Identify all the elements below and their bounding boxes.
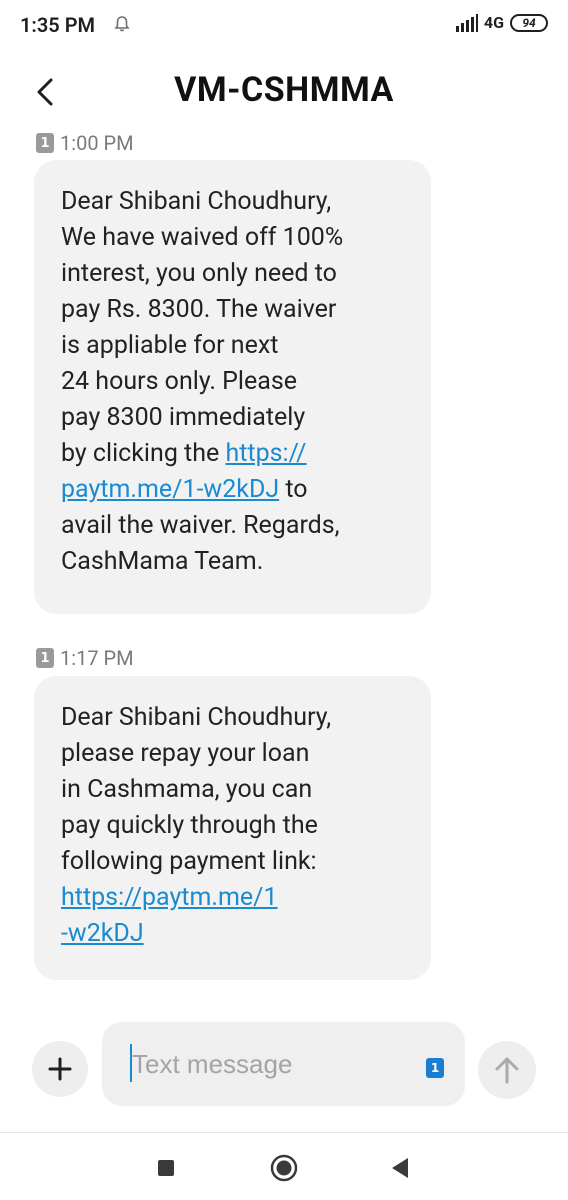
plus-icon [48,1057,72,1081]
message-line: Dear Shibani Choudhury, [61,703,332,732]
status-indicators: 4G 94 [455,13,548,32]
message-line: pay Rs. 8300. The waiver [61,295,337,324]
square-recents-icon [158,1160,174,1176]
conversation-header: VM-CSHMMA [0,60,568,120]
network-type: 4G [483,13,504,32]
message-text: to [279,475,308,504]
conversation-title: VM-CSHMMA [174,70,394,110]
message-timestamp: 1 1:17 PM [36,646,134,670]
message-line: We have waived off 100% [61,223,344,252]
payment-link[interactable]: https:// [225,439,306,468]
bell-icon [112,14,132,34]
triangle-back-icon [392,1158,408,1178]
add-attachment-button[interactable] [32,1041,88,1097]
send-button[interactable] [478,1041,536,1099]
system-nav-bar [0,1133,568,1200]
timestamp-text: 1:17 PM [60,646,134,670]
message-timestamp: 1 1:00 PM [36,131,134,155]
arrow-up-icon [495,1057,519,1084]
sim-select-button[interactable]: 1 [426,1058,444,1078]
message-line: pay 8300 immediately [61,403,306,432]
payment-link[interactable]: -w2kDJ [61,919,144,948]
message-line: CashMama Team. [61,547,264,576]
battery-icon: 94 [510,13,548,32]
signal-icon [455,13,478,32]
message-line: interest, you only need to [61,259,337,288]
home-button[interactable] [267,1151,301,1185]
nav-back-button[interactable] [383,1151,417,1185]
status-time: 1:35 PM [20,13,96,37]
message-line: in Cashmama, you can [61,775,313,804]
message-bubble[interactable]: Dear Shibani Choudhury, We have waived o… [34,160,431,614]
sim-icon: 1 [36,648,54,668]
message-line: is appliable for next [61,331,279,360]
message-bubble[interactable]: Dear Shibani Choudhury, please repay you… [34,676,431,980]
message-line: Dear Shibani Choudhury, [61,187,332,216]
message-line: please repay your loan [61,739,310,768]
message-line: pay quickly through the [61,811,318,840]
status-bar: 1:35 PM 4G 94 [0,0,568,50]
circle-home-icon [270,1154,298,1182]
message-composer: 1 [0,1022,568,1112]
message-line: avail the waiver. Regards, [61,511,340,540]
message-line-with-link: -w2kDJ [61,916,407,952]
recents-button[interactable] [149,1151,183,1185]
payment-link[interactable]: paytm.me/1-w2kDJ [61,475,279,504]
payment-link[interactable]: https://paytm.me/1 [61,883,278,912]
message-line-with-link: https://paytm.me/1 [61,880,407,916]
timestamp-text: 1:00 PM [60,131,134,155]
message-line-with-link: paytm.me/1-w2kDJ to [61,472,407,508]
message-line: 24 hours only. Please [61,367,298,396]
message-line-with-link: by clicking the https:// [61,436,407,472]
message-field[interactable]: 1 [102,1022,465,1106]
sim-icon: 1 [36,133,54,153]
message-line: following payment link: [61,847,317,876]
text-message-input[interactable] [132,1046,402,1082]
message-text: by clicking the [61,439,226,468]
